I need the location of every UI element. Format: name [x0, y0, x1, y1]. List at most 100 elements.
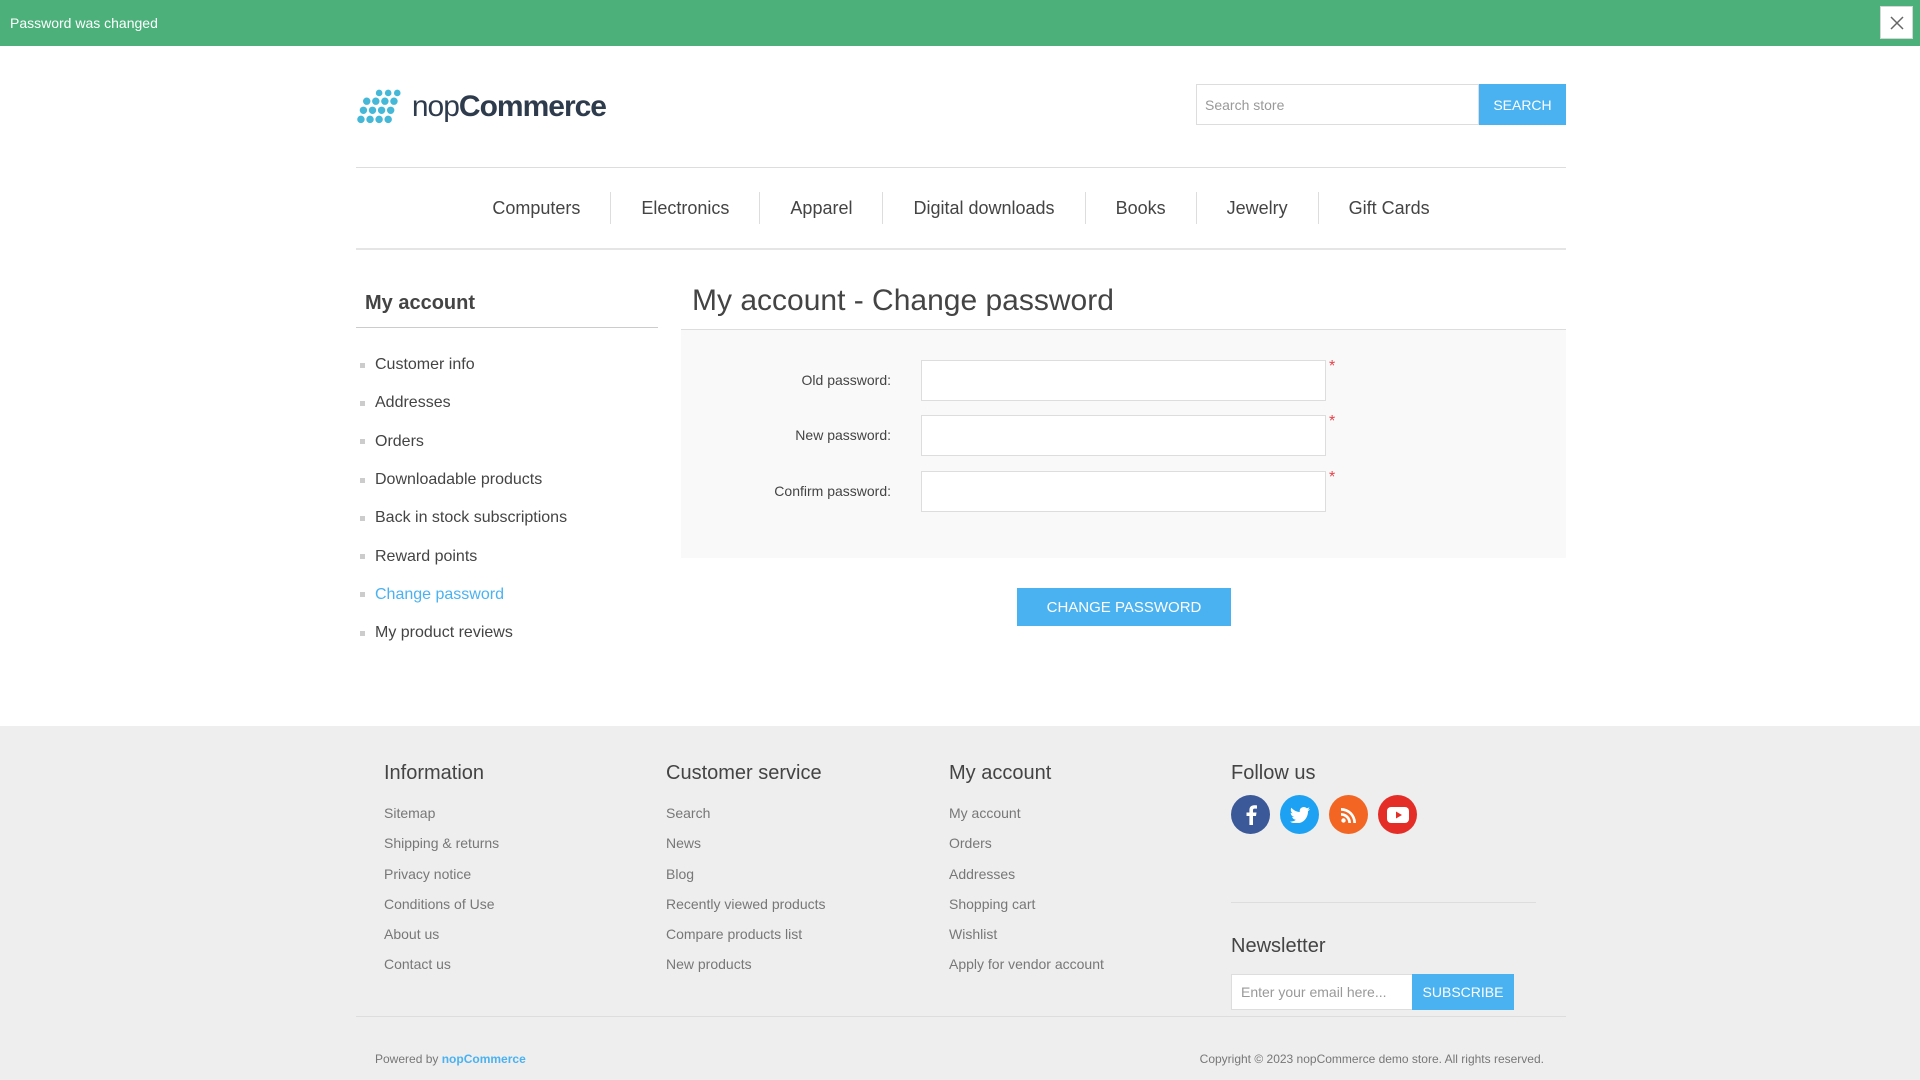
menu-item-jewelry[interactable]: Jewelry — [1195, 192, 1318, 224]
new-password-label: New password: — [795, 427, 891, 443]
required-mark: * — [1329, 413, 1336, 430]
logo-dots-icon — [357, 89, 401, 124]
bullet-icon — [360, 400, 365, 406]
sidebar-item-change-password[interactable]: Change password — [360, 576, 567, 614]
logo-text: nopCommerce — [411, 90, 607, 123]
newsletter-title: Newsletter — [1231, 935, 1326, 957]
sidebar-item-customer-info[interactable]: Customer info — [360, 346, 567, 384]
sidebar-item-downloadable-products[interactable]: Downloadable products — [360, 461, 567, 499]
sidebar-item-product-reviews[interactable]: My product reviews — [360, 614, 567, 652]
sidebar-item-label: Back in stock subscriptions — [375, 509, 568, 527]
footer-link-addresses[interactable]: Addresses — [949, 866, 1104, 896]
top-menu: Computers Electronics Apparel Digital do… — [356, 190, 1566, 226]
sidebar-item-label: Reward points — [375, 547, 478, 565]
footer: Information Sitemap Shipping & returns P… — [0, 726, 1920, 1080]
footer-divider — [356, 1016, 1566, 1017]
menu-divider-bottom — [356, 248, 1566, 250]
old-password-label: Old password: — [801, 372, 891, 388]
sidebar-item-label: Customer info — [375, 356, 475, 374]
menu-item-apparel[interactable]: Apparel — [759, 192, 882, 224]
footer-link-about-us[interactable]: About us — [384, 926, 499, 956]
bullet-icon — [360, 477, 365, 483]
notification-bar: Password was changed — [0, 0, 1920, 46]
footer-link-conditions-of-use[interactable]: Conditions of Use — [384, 896, 499, 926]
bullet-icon — [360, 630, 365, 636]
social-links — [1231, 795, 1536, 834]
footer-link-shopping-cart[interactable]: Shopping cart — [949, 896, 1104, 926]
footer-customer-service: Customer service Search News Blog Recent… — [666, 762, 826, 987]
sidebar-item-reward-points[interactable]: Reward points — [360, 537, 567, 575]
footer-link-recently-viewed[interactable]: Recently viewed products — [666, 896, 826, 926]
required-mark: * — [1329, 469, 1336, 486]
footer-my-account: My account My account Orders Addresses S… — [949, 762, 1104, 987]
footer-link-search[interactable]: Search — [666, 805, 826, 835]
old-password-row: Old password: * — [681, 358, 1566, 401]
footer-link-wishlist[interactable]: Wishlist — [949, 926, 1104, 956]
footer-column-title: Customer service — [666, 762, 822, 784]
store-logo[interactable]: nopCommerce — [356, 84, 607, 130]
bullet-icon — [360, 362, 365, 368]
rss-icon[interactable] — [1329, 795, 1368, 834]
menu-item-electronics[interactable]: Electronics — [610, 192, 759, 224]
menu-item-computers[interactable]: Computers — [462, 192, 610, 224]
bullet-icon — [360, 515, 365, 521]
bullet-icon — [360, 554, 365, 560]
footer-link-contact-us[interactable]: Contact us — [384, 956, 499, 986]
notification-message: Password was changed — [10, 15, 158, 31]
menu-item-books[interactable]: Books — [1084, 192, 1196, 224]
bullet-icon — [360, 592, 365, 598]
search-input[interactable] — [1196, 84, 1479, 125]
footer-link-blog[interactable]: Blog — [666, 866, 826, 896]
search-button[interactable]: Search — [1479, 84, 1566, 125]
sidebar-item-label: Orders — [375, 432, 424, 450]
footer-link-compare-products[interactable]: Compare products list — [666, 926, 826, 956]
footer-link-sitemap[interactable]: Sitemap — [384, 805, 499, 835]
youtube-icon[interactable] — [1378, 795, 1417, 834]
sidebar-item-label: Change password — [375, 585, 504, 603]
footer-link-vendor-account[interactable]: Apply for vendor account — [949, 956, 1104, 986]
page-title: My account - Change password — [692, 284, 1114, 317]
old-password-input[interactable] — [921, 360, 1326, 401]
footer-column-title: Information — [384, 762, 485, 784]
twitter-icon[interactable] — [1280, 795, 1319, 834]
confirm-password-row: Confirm password: * — [681, 469, 1566, 512]
notification-close-button[interactable] — [1880, 6, 1913, 39]
bullet-icon — [360, 439, 365, 445]
menu-item-gift-cards[interactable]: Gift Cards — [1317, 192, 1460, 224]
sidebar-item-label: Addresses — [375, 394, 451, 412]
new-password-row: New password: * — [681, 413, 1566, 456]
footer-link-privacy-notice[interactable]: Privacy notice — [384, 866, 499, 896]
sidebar-item-label: Downloadable products — [375, 471, 543, 489]
footer-link-new-products[interactable]: New products — [666, 956, 826, 986]
sidebar-divider — [356, 327, 658, 328]
footer-link-shipping-returns[interactable]: Shipping & returns — [384, 835, 499, 865]
sidebar-nav: Customer info Addresses Orders Downloada… — [360, 346, 567, 652]
footer-follow-us: Follow us Newsletter Subscribe — [1231, 762, 1536, 1022]
footer-column-title: Follow us — [1231, 762, 1316, 784]
footer-column-title: My account — [949, 762, 1052, 784]
newsletter-email-input[interactable] — [1231, 974, 1414, 1010]
powered-by-link[interactable]: nopCommerce — [442, 1052, 526, 1066]
required-mark: * — [1329, 358, 1336, 375]
sidebar-item-back-in-stock[interactable]: Back in stock subscriptions — [360, 499, 567, 537]
footer-link-news[interactable]: News — [666, 835, 826, 865]
copyright-text: Copyright © 2023 nopCommerce demo store.… — [1199, 1052, 1544, 1066]
menu-item-digital-downloads[interactable]: Digital downloads — [882, 192, 1084, 224]
subscribe-button[interactable]: Subscribe — [1412, 974, 1514, 1010]
new-password-input[interactable] — [921, 415, 1326, 456]
footer-link-my-account[interactable]: My account — [949, 805, 1104, 835]
sidebar-item-label: My product reviews — [375, 624, 513, 642]
facebook-icon[interactable] — [1231, 795, 1270, 834]
menu-divider-top — [356, 167, 1566, 168]
powered-by: Powered by nopCommerce — [375, 1052, 526, 1066]
confirm-password-label: Confirm password: — [774, 483, 891, 499]
footer-link-orders[interactable]: Orders — [949, 835, 1104, 865]
footer-information: Information Sitemap Shipping & returns P… — [384, 762, 499, 987]
close-icon — [1889, 15, 1904, 30]
sidebar-item-orders[interactable]: Orders — [360, 423, 567, 461]
confirm-password-input[interactable] — [921, 471, 1326, 512]
powered-by-text: Powered by — [375, 1052, 439, 1066]
change-password-button[interactable]: Change password — [1017, 588, 1231, 626]
sidebar-item-addresses[interactable]: Addresses — [360, 384, 567, 422]
follow-divider — [1231, 902, 1536, 903]
